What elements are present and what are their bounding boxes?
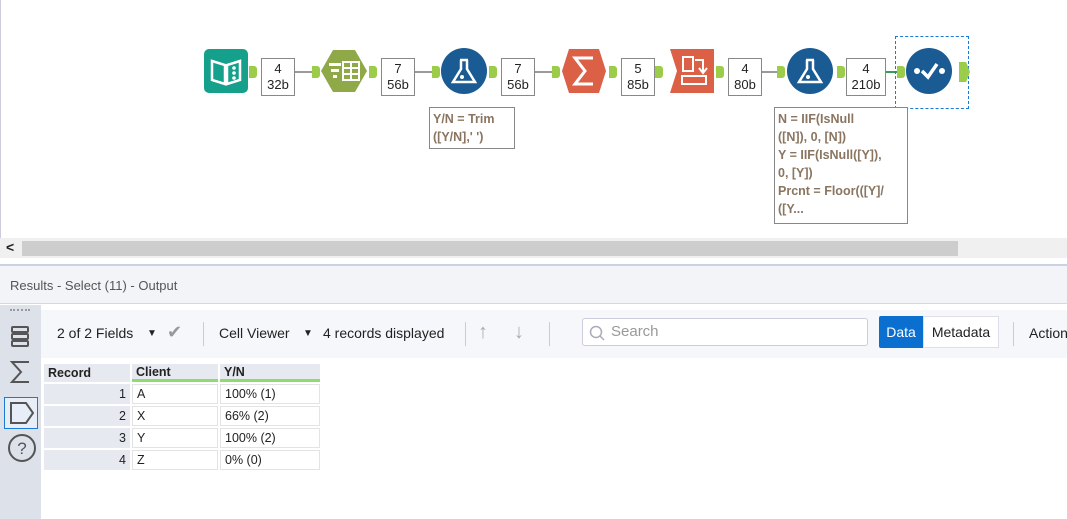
column-header-yn[interactable]: Y/N	[220, 364, 320, 382]
actions-menu[interactable]: Actions	[1029, 325, 1067, 341]
cell[interactable]: Z	[132, 450, 218, 470]
cross-tab-tool-icon[interactable]	[669, 48, 715, 94]
results-table: Record Client Y/N 1 A 100% (1) 2 X 66% (2) 3…	[42, 362, 322, 472]
cell[interactable]: Y	[132, 428, 218, 448]
results-sidebar: ?	[0, 305, 41, 519]
scrollbar-thumb[interactable]	[22, 241, 958, 256]
select-tool-icon[interactable]	[321, 48, 367, 94]
output-anchor[interactable]	[716, 66, 724, 78]
metadata-tab[interactable]: Metadata	[923, 316, 999, 348]
formula-annotation: Y/N = Trim ([Y/N],' ')	[429, 107, 515, 149]
input-anchor[interactable]	[552, 66, 560, 78]
input-data-tool-icon[interactable]	[203, 48, 249, 94]
records-count: 4 records displayed	[323, 325, 445, 341]
svg-text:?: ?	[17, 439, 26, 458]
cell[interactable]: X	[132, 406, 218, 426]
search-icon	[589, 325, 605, 341]
input-anchor[interactable]	[432, 66, 440, 78]
input-anchor[interactable]	[897, 66, 905, 78]
output-view-button[interactable]	[4, 397, 38, 429]
search-input[interactable]: Search	[582, 318, 868, 346]
cell[interactable]: 100% (1)	[220, 384, 320, 404]
output-anchor[interactable]	[837, 66, 845, 78]
connection-count-box: 7 56b	[501, 58, 535, 96]
column-header-client[interactable]: Client	[132, 364, 218, 382]
output-anchor[interactable]	[249, 66, 257, 78]
fields-dropdown[interactable]: 2 of 2 Fields	[57, 325, 133, 341]
connection-count-box: 5 85b	[621, 58, 655, 96]
select-records-tool-icon[interactable]	[906, 48, 952, 94]
output-anchor[interactable]	[609, 66, 617, 78]
cell-viewer-dropdown[interactable]: Cell Viewer	[219, 325, 290, 341]
cell[interactable]: A	[132, 384, 218, 404]
results-toolbar: 2 of 2 Fields ▼ ✔ Cell Viewer ▼ 4 record…	[41, 310, 1067, 358]
connection-count-box: 4 210b	[846, 58, 886, 96]
connection-count-box: 4 32b	[261, 58, 295, 96]
column-header-record[interactable]: Record	[44, 364, 130, 382]
summary-icon[interactable]	[9, 359, 33, 385]
input-anchor[interactable]	[312, 66, 320, 78]
chevron-down-icon[interactable]: ▼	[303, 328, 313, 339]
input-anchor[interactable]	[655, 66, 663, 78]
formula-annotation: N = IIF(IsNull ([N]), 0, [N]) Y = IIF(IsNu…	[774, 107, 908, 224]
table-row: 1 A 100% (1)	[44, 384, 320, 404]
input-anchor[interactable]	[777, 66, 785, 78]
cell[interactable]: 100% (2)	[220, 428, 320, 448]
connection-count-box: 4 80b	[728, 58, 762, 96]
results-title: Results - Select (11) - Output	[0, 264, 1067, 304]
data-tab[interactable]: Data	[879, 316, 923, 348]
table-view-icon[interactable]	[9, 325, 33, 349]
formula-tool-icon[interactable]	[441, 48, 487, 94]
help-icon[interactable]: ?	[7, 433, 37, 463]
scroll-left-button[interactable]: <	[6, 239, 14, 255]
output-anchor[interactable]	[489, 66, 497, 78]
workflow-canvas[interactable]: 4 32b 7 56b 7 56b 5 85b 4 80b 4 210b Y/N = Tri…	[0, 0, 1067, 238]
formula-tool-icon[interactable]	[787, 48, 833, 94]
summarize-tool-icon[interactable]	[561, 48, 607, 94]
arrow-up-icon[interactable]: ↑	[478, 321, 488, 344]
arrow-down-icon[interactable]: ↓	[514, 321, 524, 344]
apply-check-icon[interactable]: ✔	[167, 322, 182, 343]
table-row: 2 X 66% (2)	[44, 406, 320, 426]
cell[interactable]: 66% (2)	[220, 406, 320, 426]
connection-count-box: 7 56b	[381, 58, 415, 96]
chevron-down-icon[interactable]: ▼	[147, 328, 157, 339]
output-anchor[interactable]	[369, 66, 377, 78]
table-row: 3 Y 100% (2)	[44, 428, 320, 448]
cell[interactable]: 0% (0)	[220, 450, 320, 470]
table-row: 4 Z 0% (0)	[44, 450, 320, 470]
